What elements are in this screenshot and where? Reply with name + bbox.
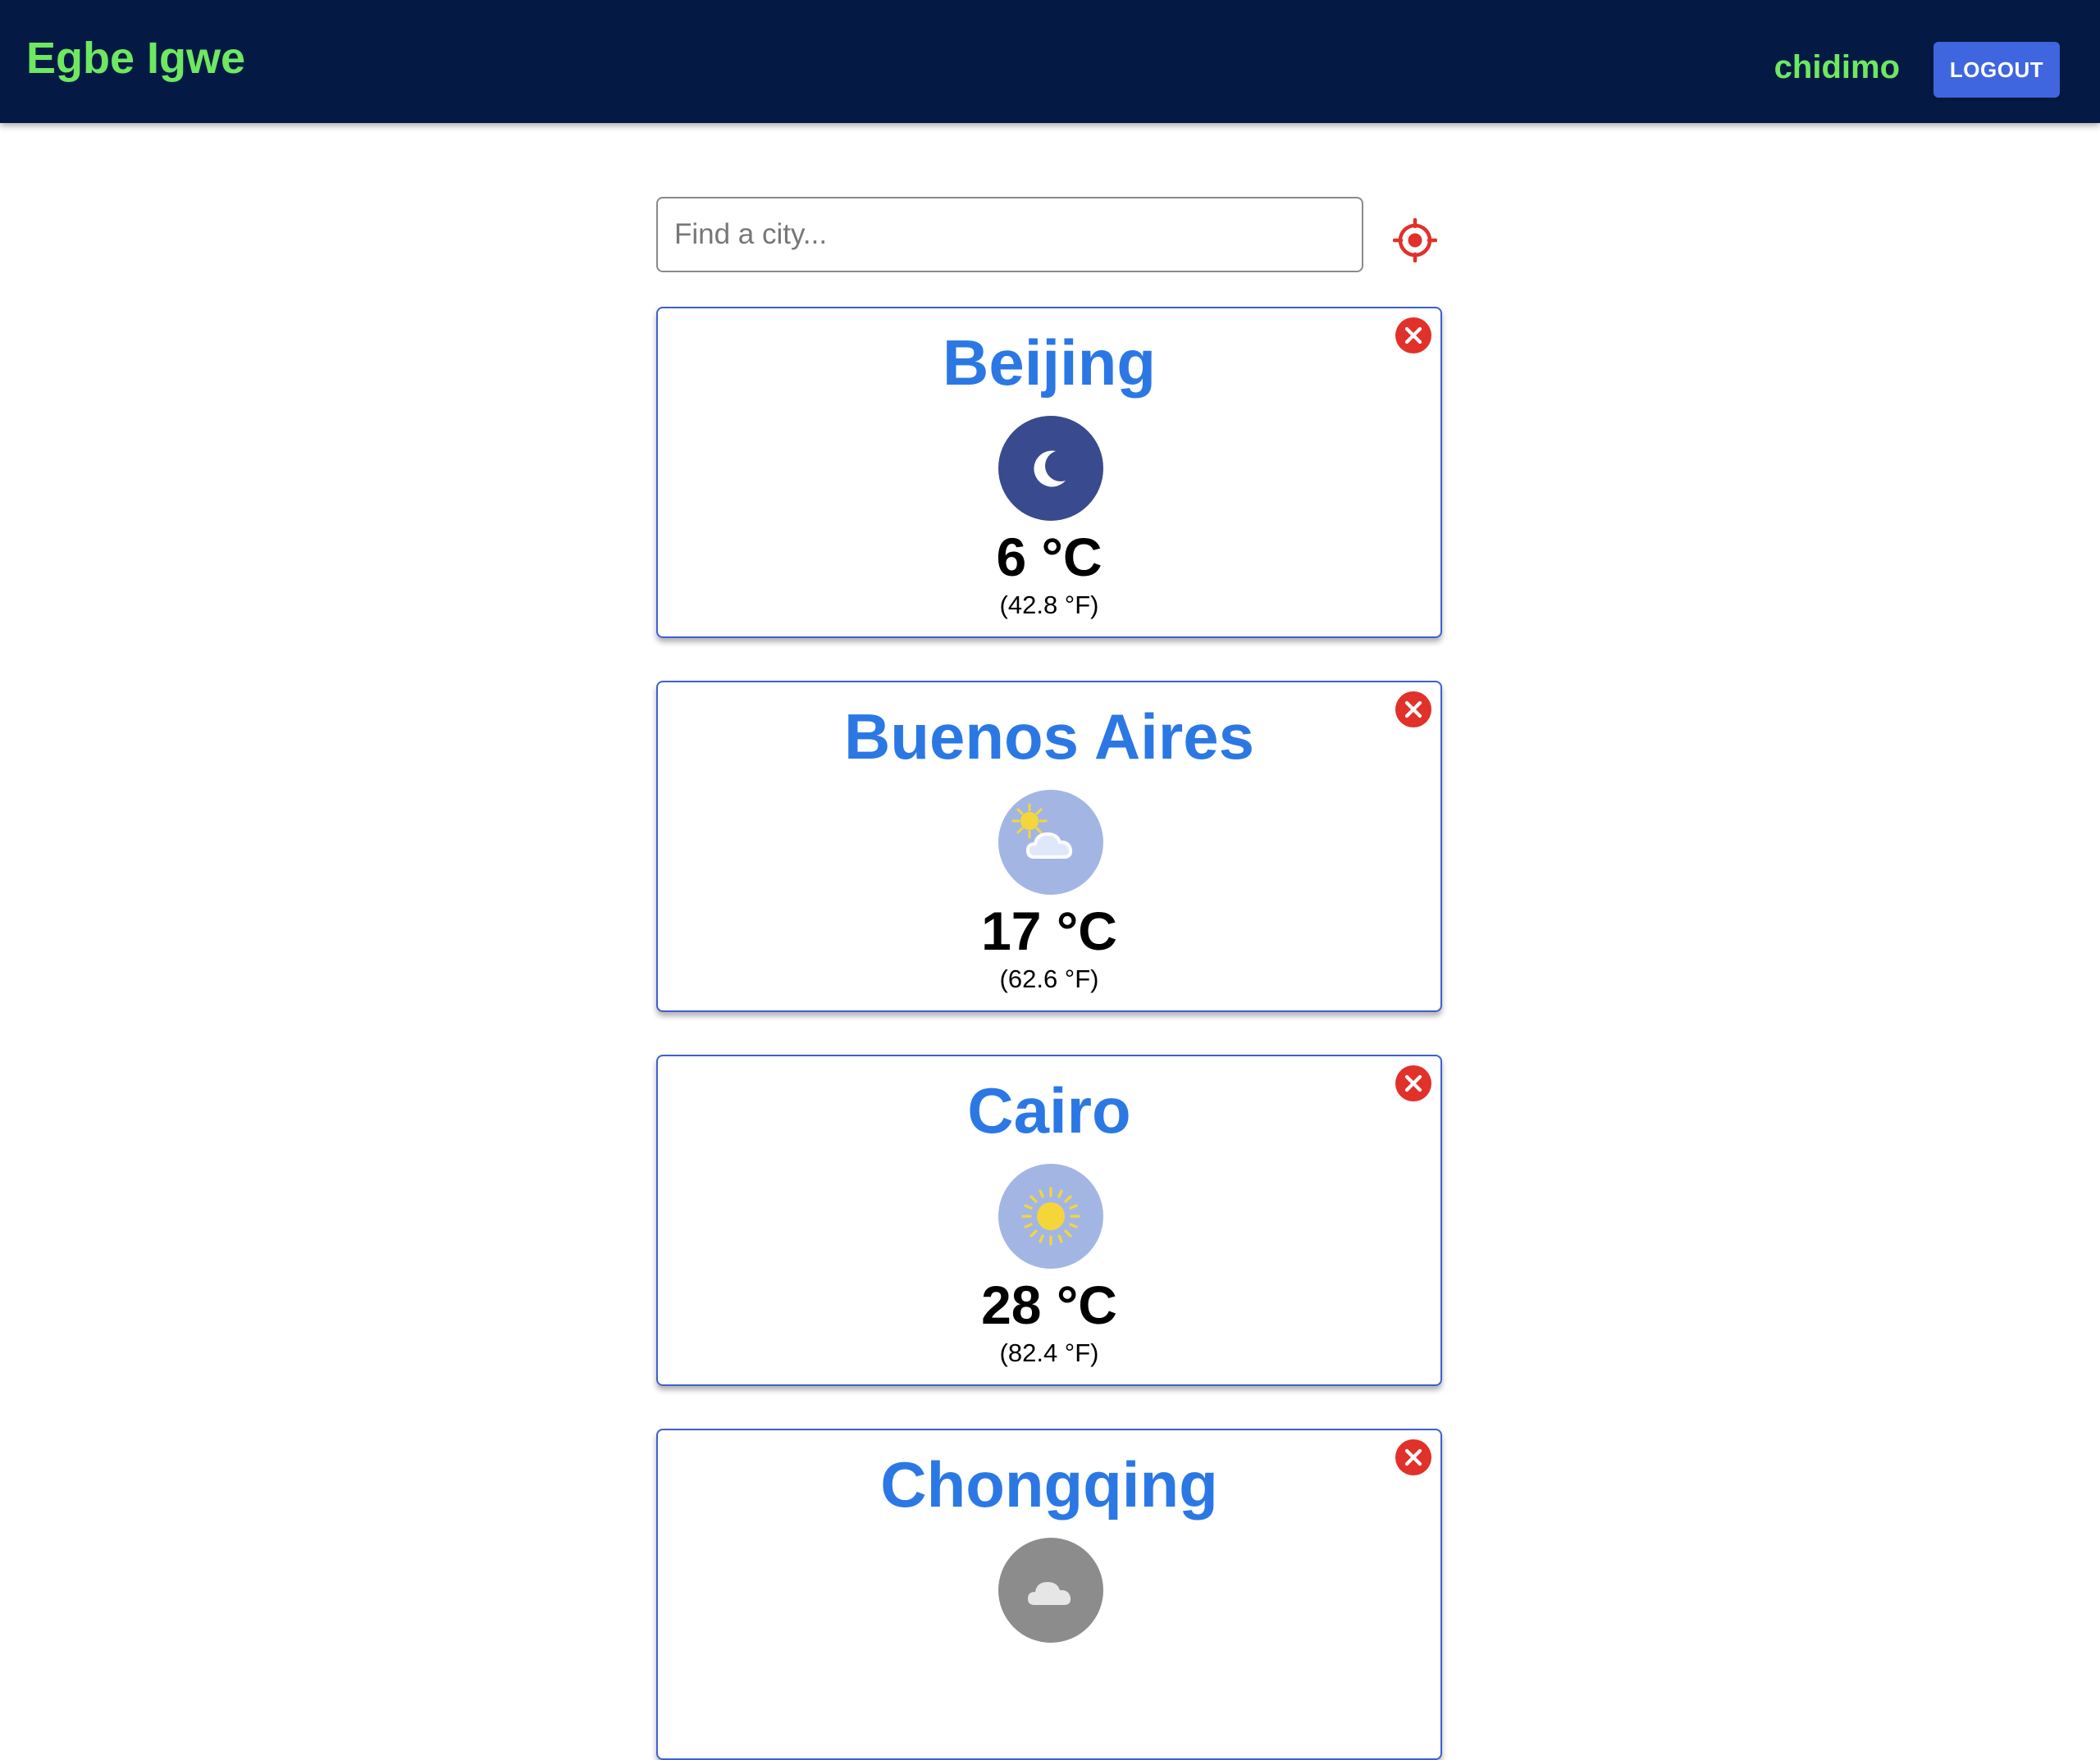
city-name: Buenos Aires: [844, 700, 1254, 773]
temperature-fahrenheit: (62.6 °F): [999, 964, 1099, 993]
partly-cloudy-icon: [998, 790, 1103, 895]
city-card[interactable]: Chongqing: [656, 1429, 1442, 1760]
city-name: Chongqing: [880, 1448, 1218, 1521]
temperature-celsius: 17 °C: [981, 901, 1117, 961]
cloud-icon: [998, 1538, 1103, 1643]
temperature-fahrenheit: (82.4 °F): [999, 1338, 1099, 1367]
app-bar: Egbe Igwe chidimo LOGOUT: [0, 0, 2100, 123]
sun-icon: [998, 1164, 1103, 1269]
username-label: chidimo: [1774, 49, 1900, 85]
city-name: Beijing: [942, 326, 1156, 399]
brand-title[interactable]: Egbe Igwe: [26, 36, 245, 80]
city-name: Cairo: [967, 1074, 1131, 1147]
temperature-fahrenheit: (42.8 °F): [999, 590, 1099, 619]
city-card[interactable]: Beijing 6 °C (42.8 °F): [656, 307, 1442, 638]
temperature-celsius: 6 °C: [996, 527, 1102, 587]
temperature-celsius: 28 °C: [981, 1274, 1117, 1335]
moon-icon: [998, 416, 1103, 521]
crosshair-icon[interactable]: [1392, 217, 1438, 263]
city-search-input[interactable]: [656, 197, 1363, 272]
logout-button[interactable]: LOGOUT: [1933, 42, 2060, 98]
city-card[interactable]: Cairo 28 °C (82.4 °F): [656, 1055, 1442, 1386]
city-card[interactable]: Buenos Aires 17 °C (62.6 °F): [656, 681, 1442, 1012]
